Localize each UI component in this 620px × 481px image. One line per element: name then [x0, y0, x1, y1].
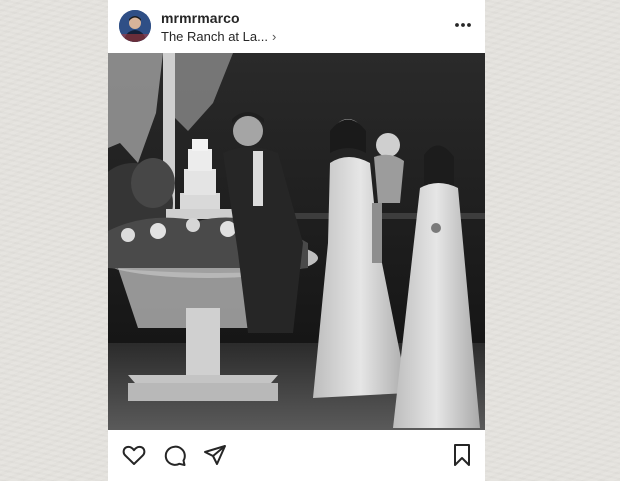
- instagram-post-card: mrmrmarco The Ranch at La... ›: [108, 0, 485, 481]
- post-photo[interactable]: [108, 53, 485, 430]
- location-link[interactable]: The Ranch at La... ›: [161, 29, 276, 44]
- wedding-photo-illustration: [108, 53, 485, 430]
- avatar-image: [119, 10, 151, 42]
- avatar[interactable]: [119, 10, 151, 42]
- bookmark-icon: [454, 444, 470, 466]
- chevron-right-icon: ›: [271, 29, 277, 44]
- heart-icon: [122, 445, 146, 465]
- username[interactable]: mrmrmarco: [161, 10, 240, 26]
- save-button[interactable]: [449, 442, 475, 468]
- like-button[interactable]: [121, 442, 147, 468]
- location-text: The Ranch at La...: [161, 29, 268, 44]
- more-options-button[interactable]: [452, 14, 474, 36]
- comment-button[interactable]: [162, 442, 188, 468]
- more-options-icon: [455, 23, 471, 27]
- comment-icon: [164, 445, 186, 466]
- share-button[interactable]: [202, 442, 228, 468]
- share-icon: [204, 445, 226, 465]
- action-bar: [108, 430, 485, 481]
- post-header: mrmrmarco The Ranch at La... ›: [108, 0, 485, 53]
